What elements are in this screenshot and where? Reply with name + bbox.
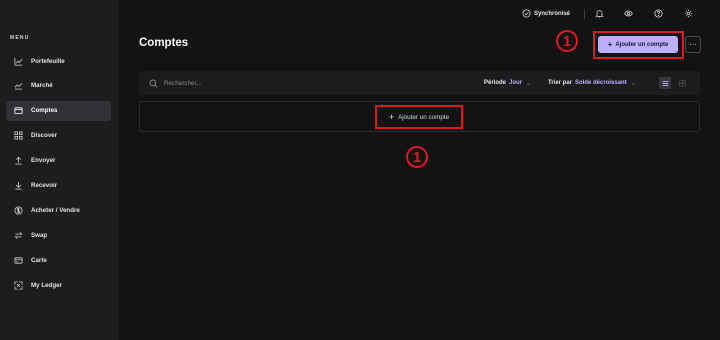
sidebar-item-recevoir[interactable]: Recevoir — [6, 175, 111, 195]
grid-view-toggle[interactable] — [676, 77, 688, 89]
list-icon — [662, 80, 668, 86]
sort-value: Solde décroissant — [575, 80, 627, 86]
sidebar-item-portefeuille[interactable]: Portefeuille — [6, 51, 111, 71]
accounts-toolbar: Période Jour ⌄ Trier par Solde décroissa… — [139, 71, 700, 95]
sidebar-item-label: Comptes — [31, 107, 58, 115]
sidebar-item-label: Discover — [31, 132, 58, 140]
wallet-icon — [14, 106, 23, 115]
sidebar-item-label: Carte — [31, 256, 47, 264]
search-input[interactable] — [164, 76, 364, 90]
settings-icon[interactable] — [684, 7, 693, 20]
sidebar-item-label: Portefeuille — [31, 57, 65, 65]
add-account-empty-button[interactable]: + Ajouter un compte — [378, 108, 460, 126]
arrow-down-icon — [14, 181, 23, 190]
list-view-toggle[interactable] — [659, 77, 671, 89]
ledger-icon — [14, 281, 23, 290]
period-value: Jour — [509, 80, 523, 86]
grid-view-icon — [678, 79, 686, 87]
sidebar-item-marche[interactable]: Marché — [6, 76, 111, 96]
card-icon — [14, 256, 23, 265]
sidebar-item-discover[interactable]: Discover — [6, 126, 111, 146]
sidebar-item-envoyer[interactable]: Envoyer — [6, 151, 111, 171]
sidebar-item-label: Swap — [31, 231, 48, 239]
step-number-badge: 1 — [556, 30, 578, 52]
search-icon — [149, 79, 158, 87]
period-label: Période — [484, 80, 507, 86]
sort-label: Trier par — [548, 80, 573, 86]
add-account-empty-label: Ajouter un compte — [398, 113, 450, 121]
menu-label: MENU — [10, 35, 30, 41]
bell-icon[interactable] — [595, 7, 604, 20]
chart-line-icon — [14, 57, 23, 66]
sidebar-item-swap[interactable]: Swap — [6, 225, 111, 245]
sidebar-item-acheter-vendre[interactable]: Acheter / Vendre — [6, 200, 111, 220]
eye-icon[interactable] — [624, 7, 633, 20]
chevron-down-icon: ⌄ — [630, 80, 636, 87]
chevron-down-icon: ⌄ — [526, 80, 532, 87]
page-title: Comptes — [139, 37, 189, 49]
add-account-button[interactable]: + Ajouter un compte — [598, 36, 678, 53]
add-account-label: Ajouter un compte — [615, 41, 669, 48]
sync-label: Synchronisé — [534, 10, 571, 17]
market-chart-icon — [14, 81, 23, 90]
swap-icon — [14, 231, 23, 240]
topbar-divider — [584, 9, 585, 19]
step-number-badge: 1 — [406, 146, 428, 168]
more-options-button[interactable]: ··· — [685, 36, 701, 53]
dollar-icon — [14, 206, 23, 215]
plus-icon: + — [607, 39, 613, 49]
sort-filter[interactable]: Trier par Solde décroissant ⌄ — [548, 71, 636, 95]
sidebar-nav: Portefeuille Marché Comptes Discover Env… — [6, 51, 111, 300]
sidebar-item-my-ledger[interactable]: My Ledger — [6, 275, 111, 295]
sidebar-item-label: Recevoir — [31, 181, 58, 189]
sidebar-item-label: Marché — [31, 82, 53, 90]
sidebar-item-comptes[interactable]: Comptes — [6, 100, 111, 121]
plus-icon: + — [388, 111, 395, 122]
check-circle-icon — [522, 9, 531, 18]
grid-icon — [14, 131, 23, 140]
help-icon[interactable] — [654, 7, 663, 20]
sidebar-item-label: Envoyer — [31, 157, 56, 165]
sync-status[interactable]: Synchronisé — [522, 7, 570, 20]
arrow-up-icon — [14, 156, 23, 165]
period-filter[interactable]: Période Jour ⌄ — [484, 71, 531, 95]
sidebar-item-carte[interactable]: Carte — [6, 250, 111, 270]
sidebar: MENU Portefeuille Marché Comptes Discove… — [0, 0, 119, 340]
sidebar-item-label: My Ledger — [31, 281, 62, 289]
sidebar-item-label: Acheter / Vendre — [31, 206, 80, 214]
